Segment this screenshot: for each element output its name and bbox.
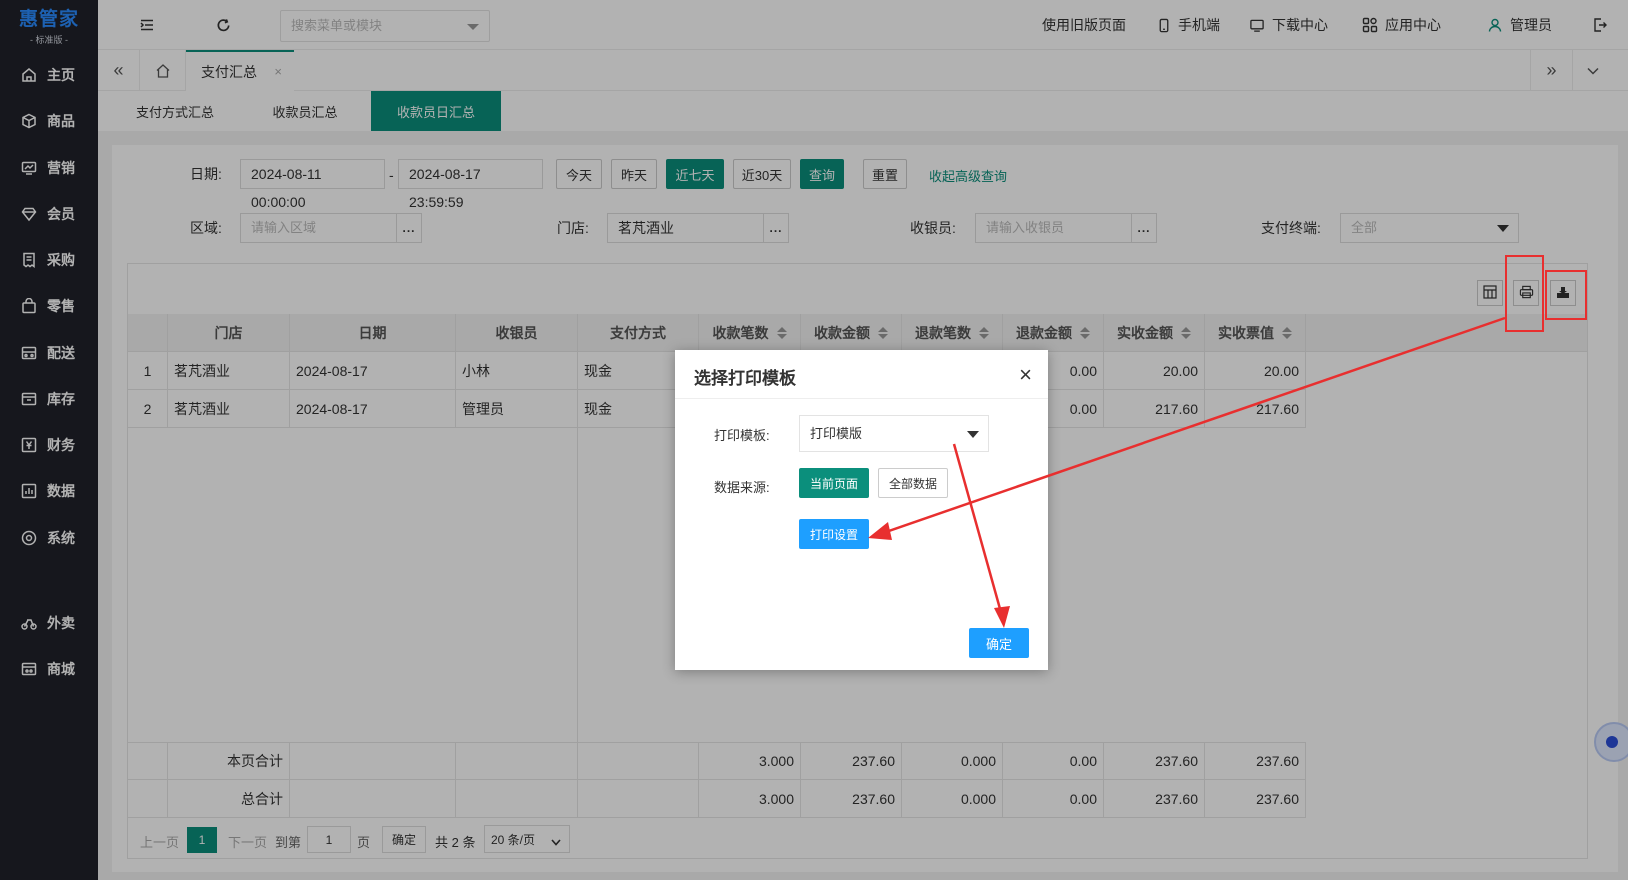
source-all-data-button[interactable]: 全部数据 xyxy=(878,468,948,498)
print-settings-button[interactable]: 打印设置 xyxy=(799,519,869,549)
confirm-button[interactable]: 确定 xyxy=(969,628,1029,658)
print-template-dialog: 选择打印模板 × 打印模板: 打印模版 数据来源: 当前页面 全部数据 打印设置… xyxy=(675,350,1048,670)
template-value: 打印模版 xyxy=(810,426,863,441)
source-current-page-button[interactable]: 当前页面 xyxy=(799,468,869,498)
chevron-down-icon xyxy=(967,431,979,438)
template-select[interactable]: 打印模版 xyxy=(799,415,989,452)
annotation-box-export xyxy=(1545,270,1587,320)
source-label: 数据来源: xyxy=(714,480,770,495)
annotation-box-print xyxy=(1505,255,1544,332)
dialog-divider xyxy=(675,398,1048,399)
template-label: 打印模板: xyxy=(714,428,770,443)
close-icon[interactable]: × xyxy=(1019,362,1032,388)
dialog-title: 选择打印模板 xyxy=(694,369,796,388)
